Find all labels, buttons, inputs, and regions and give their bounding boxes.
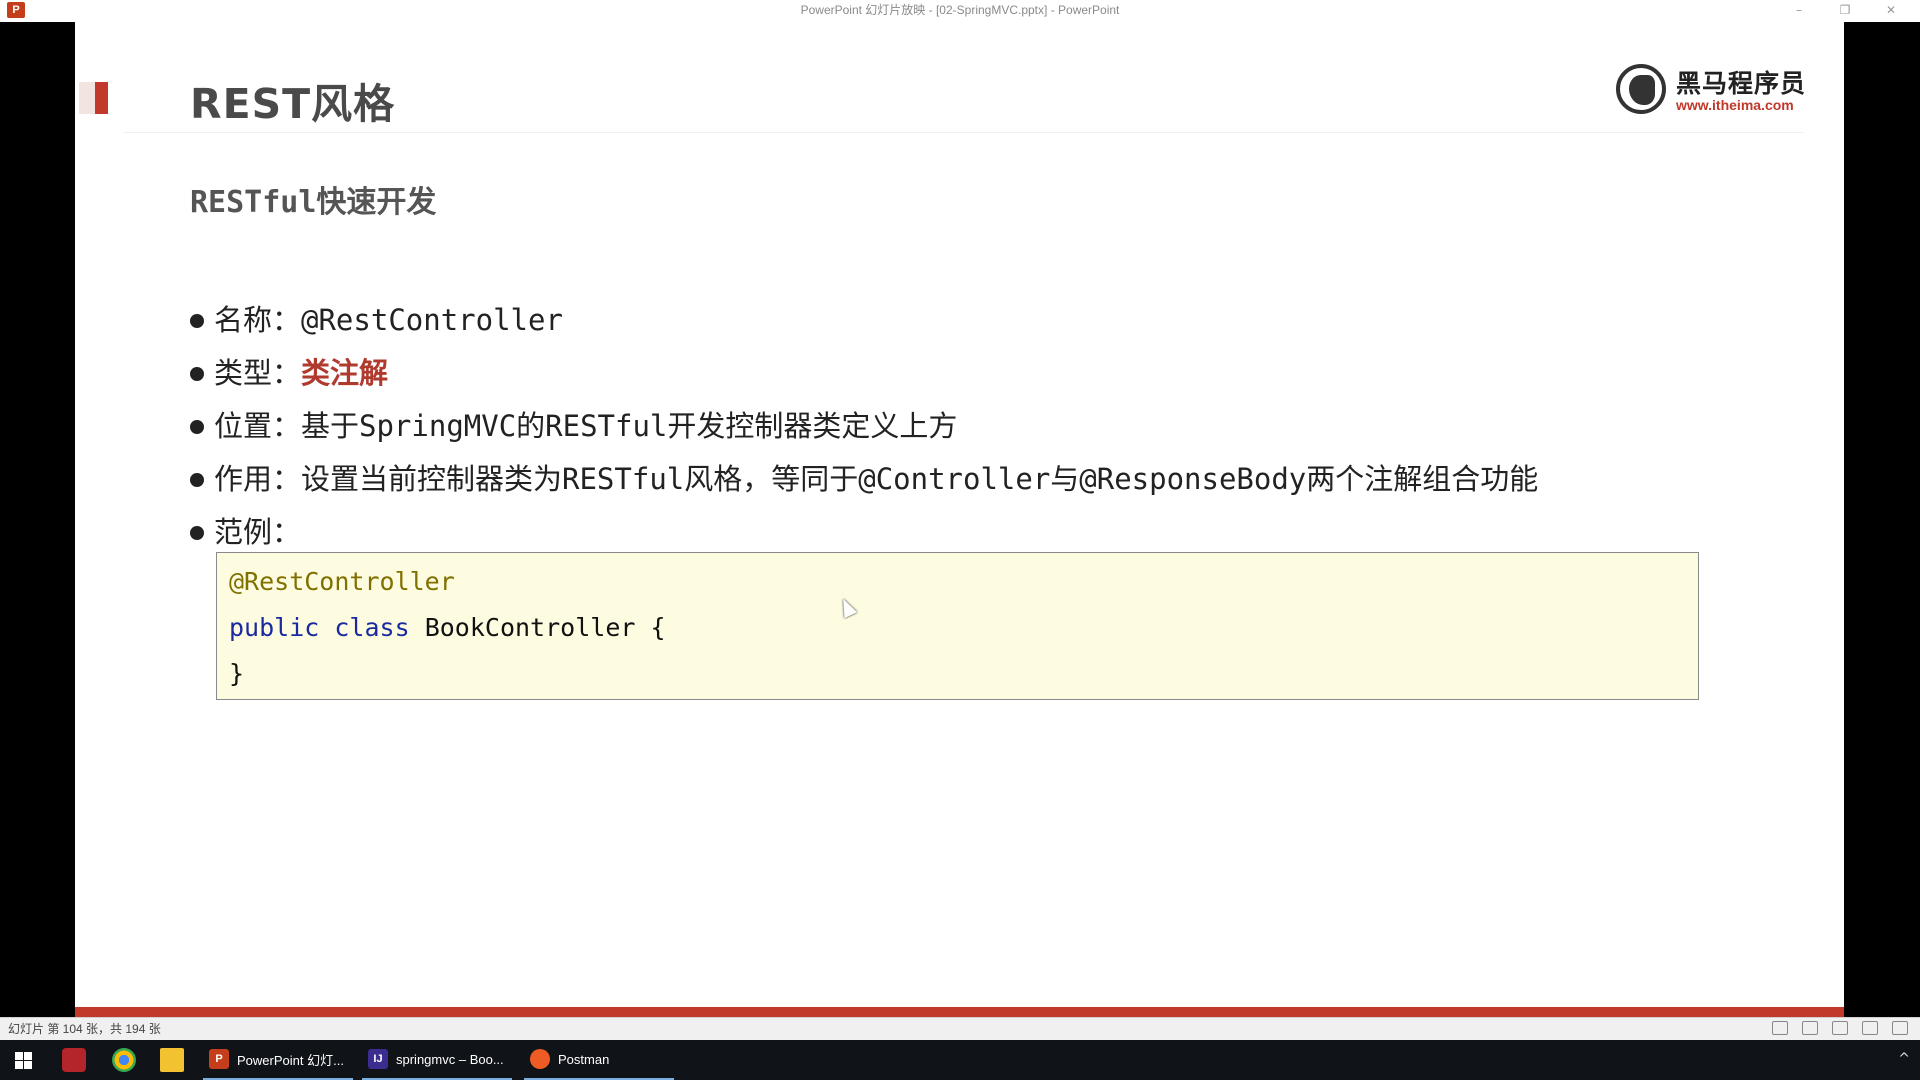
bullet-function: 作用：设置当前控制器类为RESTful风格，等同于@Controller与@Re… [190,453,1538,506]
slide-counter: 幻灯片 第 104 张，共 194 张 [8,1022,161,1036]
code-keyword-class: class [334,613,410,642]
taskbar-app-powerpoint[interactable]: P PowerPoint 幻灯... [203,1040,353,1080]
bullet-label: 位置： [214,409,302,443]
postman-icon [530,1049,550,1069]
taskbar-app-intellij[interactable]: IJ springmvc – Boo... [362,1040,512,1080]
slide[interactable]: REST风格 黑马程序员 www.itheima.com RESTful快速开发… [75,22,1844,1017]
code-annotation-line: @RestController [229,567,455,596]
close-button[interactable]: ✕ [1868,0,1914,22]
bullet-type: 类型：类注解 [190,347,1538,400]
bullet-value: 基于SpringMVC的RESTful开发控制器类定义上方 [301,409,958,443]
tray-chevron-icon[interactable]: ^ [1898,1051,1910,1067]
bullet-dot-icon [190,367,204,381]
slide-bottom-bar [75,1007,1844,1017]
bullet-label: 范例： [214,515,302,549]
bullet-list: 名称：@RestController 类型：类注解 位置：基于SpringMVC… [190,294,1538,559]
intellij-icon: IJ [368,1049,388,1069]
bullet-dot-icon [190,314,204,328]
bullet-value: 设置当前控制器类为RESTful风格，等同于@Controller与@Respo… [301,462,1539,496]
horse-logo-icon [1616,64,1666,114]
bullet-label: 名称： [214,303,302,337]
app-grid-icon[interactable] [62,1048,86,1072]
status-bar: 幻灯片 第 104 张，共 194 张 [0,1017,1920,1040]
code-example-box: @RestController public class BookControl… [216,552,1699,700]
windows-taskbar: P PowerPoint 幻灯... IJ springmvc – Boo...… [0,1040,1920,1080]
slide-subtitle: RESTful快速开发 [190,185,437,220]
bullet-label: 类型： [214,356,302,390]
logo-url: www.itheima.com [1676,97,1794,113]
window-title-bar: P PowerPoint 幻灯片放映 - [02-SpringMVC.pptx]… [0,0,1920,23]
minimize-button[interactable]: – [1776,0,1822,22]
slide-title: REST风格 [190,80,396,128]
taskbar-app-label: PowerPoint 幻灯... [237,1052,344,1068]
code-close-brace: } [229,659,245,688]
reading-view-icon[interactable] [1862,1021,1878,1035]
bullet-dot-icon [190,473,204,487]
itheima-logo: 黑马程序员 www.itheima.com [1616,62,1806,122]
title-accent-shadow [79,82,95,114]
slide-sorter-icon[interactable] [1832,1021,1848,1035]
code-keyword-public: public [229,613,320,642]
bullet-label: 作用： [214,462,302,496]
powerpoint-icon: P [209,1049,229,1069]
bullet-dot-icon [190,526,204,540]
file-explorer-icon[interactable] [160,1048,184,1072]
taskbar-app-postman[interactable]: Postman [524,1040,674,1080]
restore-button[interactable]: ❐ [1822,0,1868,22]
bullet-location: 位置：基于SpringMVC的RESTful开发控制器类定义上方 [190,400,1538,453]
windows-start-icon[interactable] [0,1040,46,1080]
normal-view-icon[interactable] [1802,1021,1818,1035]
title-accent-bar [95,82,108,114]
code-class-line: public class BookController { [229,613,666,642]
slideshow-icon[interactable] [1892,1021,1908,1035]
window-title: PowerPoint 幻灯片放映 - [02-SpringMVC.pptx] -… [800,3,1120,17]
slideshow-stage[interactable]: REST风格 黑马程序员 www.itheima.com RESTful快速开发… [0,22,1920,1022]
bullet-name: 名称：@RestController [190,294,1538,347]
bullet-value: 类注解 [301,356,389,390]
bullet-value: @RestController [301,303,563,337]
chrome-icon[interactable] [112,1048,136,1072]
taskbar-app-label: springmvc – Boo... [396,1051,504,1067]
notes-icon[interactable] [1772,1021,1788,1035]
bullet-dot-icon [190,420,204,434]
taskbar-app-label: Postman [558,1051,610,1067]
code-class-decl: BookController { [424,613,666,642]
logo-brand-name: 黑马程序员 [1676,69,1807,98]
title-divider [123,132,1803,133]
